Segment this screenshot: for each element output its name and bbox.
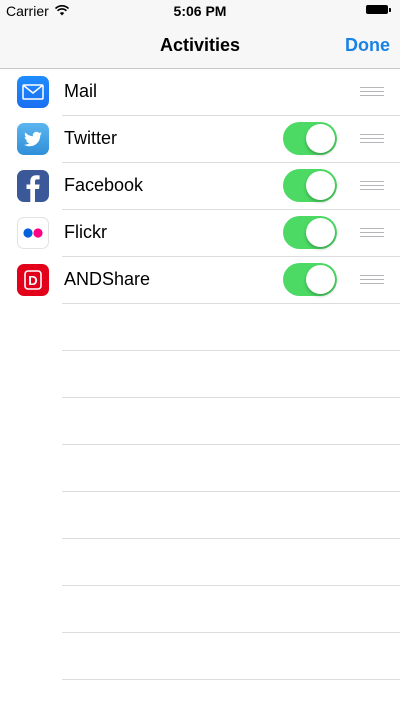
empty-row bbox=[62, 539, 400, 586]
empty-row bbox=[62, 398, 400, 445]
status-bar: Carrier 5:06 PM bbox=[0, 0, 400, 22]
flickr-toggle[interactable] bbox=[283, 216, 337, 249]
mail-icon bbox=[17, 76, 49, 108]
list-item-facebook[interactable]: Facebook bbox=[17, 163, 400, 210]
empty-row bbox=[62, 492, 400, 539]
toggle-knob bbox=[306, 218, 335, 247]
list-item-andshare[interactable]: D ANDShare bbox=[17, 257, 400, 304]
empty-row bbox=[62, 445, 400, 492]
twitter-icon bbox=[17, 123, 49, 155]
reorder-handle-icon[interactable] bbox=[360, 87, 384, 97]
activity-label: Mail bbox=[64, 81, 98, 101]
list-item-mail[interactable]: Mail bbox=[17, 69, 400, 116]
activity-label: ANDShare bbox=[64, 269, 151, 289]
battery-icon bbox=[366, 5, 391, 14]
activity-label: Twitter bbox=[64, 128, 118, 148]
toggle-knob bbox=[306, 171, 335, 200]
page-title: Activities bbox=[159, 35, 241, 55]
reorder-handle-icon[interactable] bbox=[360, 228, 384, 238]
done-button[interactable]: Done bbox=[345, 35, 390, 56]
list-item-twitter[interactable]: Twitter bbox=[17, 116, 400, 163]
andshare-toggle[interactable] bbox=[283, 263, 337, 296]
empty-row bbox=[62, 351, 400, 398]
reorder-handle-icon[interactable] bbox=[360, 134, 384, 144]
status-time: 5:06 PM bbox=[173, 3, 227, 19]
navigation-bar: Activities Done bbox=[0, 22, 400, 69]
facebook-icon bbox=[17, 170, 49, 202]
facebook-toggle[interactable] bbox=[283, 169, 337, 202]
reorder-handle-icon[interactable] bbox=[360, 181, 384, 191]
flickr-icon bbox=[17, 217, 49, 249]
empty-row bbox=[62, 586, 400, 633]
activities-list: Mail Twitter Facebook Flickr D ANDShare bbox=[0, 69, 400, 680]
toggle-knob bbox=[306, 265, 335, 294]
andshare-icon: D bbox=[17, 264, 49, 296]
empty-row bbox=[62, 633, 400, 680]
list-item-flickr[interactable]: Flickr bbox=[17, 210, 400, 257]
toggle-knob bbox=[306, 124, 335, 153]
twitter-toggle[interactable] bbox=[283, 122, 337, 155]
activity-label: Flickr bbox=[64, 222, 107, 242]
reorder-handle-icon[interactable] bbox=[360, 275, 384, 285]
svg-text:D: D bbox=[28, 273, 37, 288]
empty-row bbox=[62, 304, 400, 351]
activity-label: Facebook bbox=[64, 175, 144, 195]
